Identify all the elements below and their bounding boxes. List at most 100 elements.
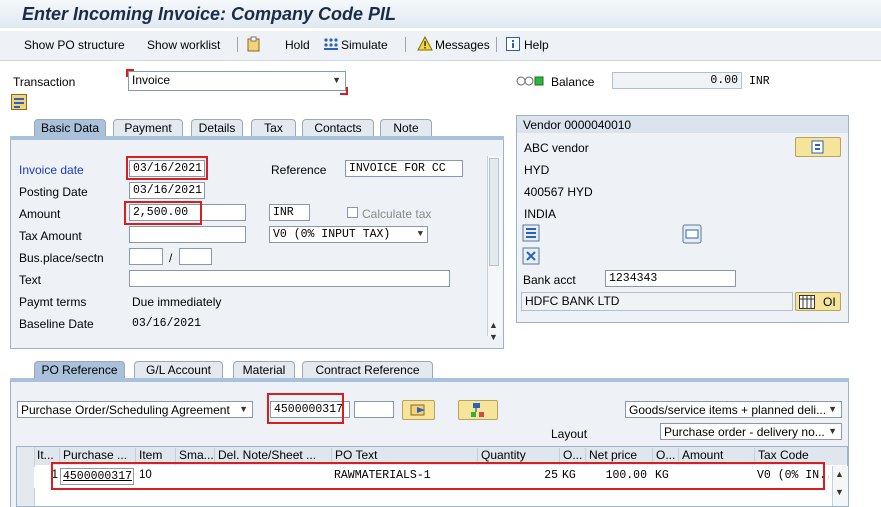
chevron-down-icon: ▼ xyxy=(332,75,341,85)
highlight-box xyxy=(267,393,344,424)
transaction-label: Transaction xyxy=(13,75,76,89)
chevron-down-icon: ▼ xyxy=(828,404,837,414)
items-filter-select[interactable]: Goods/service items + planned deli... ▼ xyxy=(625,401,842,418)
toolbar-separator xyxy=(405,37,406,52)
transaction-value: Invoice xyxy=(132,73,171,87)
chevron-down-icon: ▼ xyxy=(239,404,248,414)
baseline-date-label: Baseline Date xyxy=(19,317,94,331)
calculate-tax-label: Calculate tax xyxy=(362,207,432,221)
vendor-city: HYD xyxy=(524,163,550,177)
payment-terms-value: Due immediately xyxy=(132,295,222,309)
text-label: Text xyxy=(19,273,42,287)
tab-contract-reference[interactable]: Contract Reference xyxy=(302,361,433,378)
vendor-list-icon[interactable] xyxy=(522,224,540,242)
tab-material[interactable]: Material xyxy=(233,361,295,378)
chevron-down-icon: ▼ xyxy=(417,229,423,239)
hierarchy-icon xyxy=(471,403,484,417)
messages-button[interactable]: Messages xyxy=(435,38,490,52)
posting-date-label: Posting Date xyxy=(19,185,88,199)
text-field[interactable] xyxy=(129,270,450,287)
layout-label: Layout xyxy=(551,427,588,441)
arrow-right-icon xyxy=(410,404,425,416)
page-title: Enter Incoming Invoice: Company Code PIL xyxy=(22,4,397,24)
bus-place-label: Bus.place/sectn xyxy=(19,251,104,265)
layout-toggle-icon[interactable] xyxy=(11,94,27,110)
tab-tax[interactable]: Tax xyxy=(251,119,296,136)
show-worklist-button[interactable]: Show worklist xyxy=(147,38,220,52)
tax-amount-label: Tax Amount xyxy=(19,229,82,243)
layout-select[interactable]: Purchase order - delivery no... ▼ xyxy=(660,423,842,440)
highlight-box xyxy=(126,156,208,180)
currency-field[interactable]: INR xyxy=(269,204,310,221)
vendor-detail-icon xyxy=(811,140,824,154)
bank-acct-field[interactable]: 1234343 xyxy=(605,270,736,287)
transaction-select[interactable]: Invoice ▼ xyxy=(128,71,346,91)
tab-details[interactable]: Details xyxy=(191,119,243,136)
vendor-delete-icon[interactable] xyxy=(522,247,540,265)
highlight-box xyxy=(51,462,825,490)
posting-date-field[interactable]: 03/16/2021 xyxy=(129,182,205,199)
required-marker xyxy=(340,87,348,95)
help-button[interactable]: Help xyxy=(524,38,549,52)
required-marker xyxy=(126,69,134,77)
separator-slash: / xyxy=(169,251,173,265)
open-items-label: OI xyxy=(823,295,836,309)
payment-terms-label: Paymt terms xyxy=(19,295,87,309)
row-selector-column[interactable] xyxy=(17,447,35,506)
scroll-up-icon[interactable]: ▲ xyxy=(489,320,498,330)
amount-label: Amount xyxy=(19,207,61,221)
toolbar-separator xyxy=(496,37,497,52)
tab-gl-account[interactable]: G/L Account xyxy=(134,361,223,378)
tab-basic-data[interactable]: Basic Data xyxy=(34,119,106,136)
toolbar-separator xyxy=(237,37,238,52)
tab-note[interactable]: Note xyxy=(380,119,432,136)
vendor-detail-button[interactable] xyxy=(795,137,841,157)
business-place-field[interactable] xyxy=(129,248,163,265)
vendor-message-icon[interactable] xyxy=(682,224,702,244)
chevron-down-icon: ▼ xyxy=(828,426,837,436)
highlight-box xyxy=(124,201,202,225)
tab-contacts[interactable]: Contacts xyxy=(302,119,374,136)
tax-amount-field[interactable] xyxy=(129,226,246,243)
simulate-button[interactable]: Simulate xyxy=(341,38,388,52)
transfer-po-button[interactable] xyxy=(402,400,435,420)
balance-field: 0.00 xyxy=(612,72,742,89)
show-po-structure-button[interactable]: Show PO structure xyxy=(24,38,125,52)
balance-label: Balance xyxy=(551,75,595,89)
section-field[interactable] xyxy=(179,248,212,265)
simulate-icon xyxy=(323,37,339,51)
invoice-date-label: Invoice date xyxy=(19,163,84,177)
reference-label: Reference xyxy=(271,163,327,177)
tab-po-reference[interactable]: PO Reference xyxy=(34,361,125,378)
tab-underline xyxy=(10,136,504,140)
vendor-country: INDIA xyxy=(524,207,557,221)
warning-icon xyxy=(417,35,433,51)
document-type-select[interactable]: Purchase Order/Scheduling Agreement ▼ xyxy=(17,401,253,418)
baseline-date-value: 03/16/2021 xyxy=(132,317,202,330)
tab-payment[interactable]: Payment xyxy=(113,119,183,136)
scroll-down-icon[interactable]: ▼ xyxy=(835,487,844,497)
po-search-button[interactable] xyxy=(458,400,498,420)
document-type-value: Purchase Order/Scheduling Agreement xyxy=(21,403,230,417)
balance-currency: INR xyxy=(749,75,770,88)
scroll-down-icon[interactable]: ▼ xyxy=(489,332,498,342)
scrollbar-thumb[interactable] xyxy=(489,158,499,266)
layout-value: Purchase order - delivery no... xyxy=(664,425,825,439)
tab-underline xyxy=(10,378,849,382)
reference-field[interactable]: INVOICE FOR CC xyxy=(345,160,463,177)
vendor-name: ABC vendor xyxy=(524,141,589,155)
vendor-title: Vendor 0000040010 xyxy=(523,118,632,132)
calculate-tax-checkbox[interactable] xyxy=(347,207,358,218)
hold-button[interactable]: Hold xyxy=(285,38,310,52)
scroll-up-icon[interactable]: ▲ xyxy=(835,469,844,479)
po-item-field[interactable] xyxy=(354,401,394,418)
open-items-button[interactable]: OI xyxy=(795,292,841,311)
vendor-postal: 400567 HYD xyxy=(524,185,593,199)
bank-acct-label: Bank acct xyxy=(523,273,576,287)
tax-code-value: V0 (0% INPUT TAX) xyxy=(273,228,391,241)
tax-code-select[interactable]: V0 (0% INPUT TAX) ▼ xyxy=(269,226,428,243)
items-filter-value: Goods/service items + planned deli... xyxy=(629,403,827,417)
hold-icon[interactable] xyxy=(246,36,262,52)
balance-status-icon xyxy=(516,75,546,87)
bank-name-field: HDFC BANK LTD xyxy=(521,292,793,311)
